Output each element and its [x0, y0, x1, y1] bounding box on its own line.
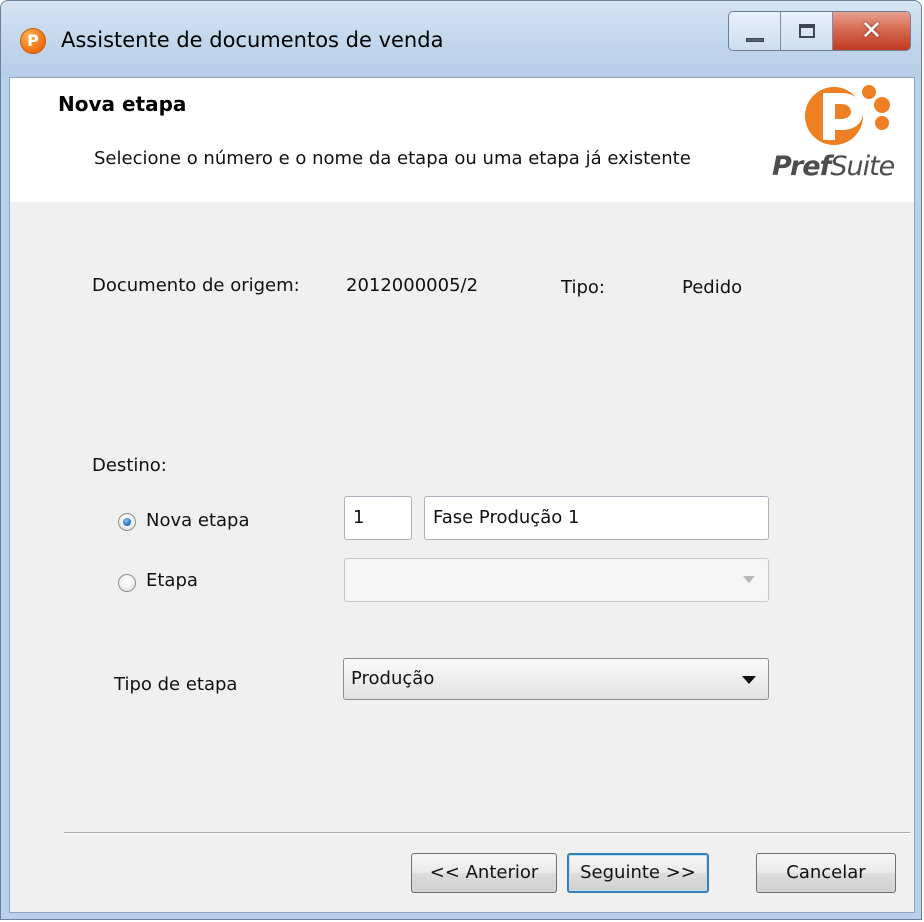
source-document-value: 2012000005/2 — [346, 275, 479, 296]
next-button[interactable]: Seguinte >> — [567, 853, 709, 893]
prefsuite-logo: PrefSuite — [768, 82, 900, 194]
source-type-label: Tipo: — [561, 277, 605, 298]
close-icon: ✕ — [860, 16, 883, 46]
footer-separator — [64, 832, 910, 834]
maximize-button[interactable] — [781, 12, 833, 50]
new-stage-number-input[interactable]: 1 — [344, 496, 412, 540]
new-stage-name-input[interactable]: Fase Produção 1 — [424, 496, 769, 540]
stage-type-label: Tipo de etapa — [114, 674, 238, 695]
existing-stage-select[interactable] — [344, 558, 769, 602]
existing-stage-label[interactable]: Etapa — [146, 570, 198, 591]
prefsuite-p-logo-icon — [805, 85, 890, 145]
prefsuite-logo-text: PrefSuite — [772, 148, 895, 186]
window-title: Assistente de documentos de venda — [61, 28, 444, 52]
new-stage-label[interactable]: Nova etapa — [146, 510, 250, 531]
page-title: Nova etapa — [58, 92, 187, 116]
wizard-content: Nova etapa Selecione o número e o nome d… — [9, 77, 915, 913]
logo-pref-text: Pref — [772, 151, 831, 182]
title-bar[interactable]: P Assistente de documentos de venda ✕ — [1, 1, 921, 77]
previous-button[interactable]: << Anterior — [411, 853, 557, 893]
chevron-down-icon — [742, 676, 756, 684]
window-controls: ✕ — [728, 11, 911, 51]
new-stage-radio[interactable] — [118, 513, 136, 531]
sales-document-wizard-window: P Assistente de documentos de venda ✕ No… — [0, 0, 922, 920]
logo-suite-text: Suite — [830, 151, 895, 182]
minimize-button[interactable] — [729, 12, 781, 50]
wizard-header: Nova etapa Selecione o número e o nome d… — [10, 78, 914, 202]
maximize-icon — [798, 24, 815, 38]
stage-type-value: Produção — [351, 668, 435, 689]
stage-type-select[interactable]: Produção — [343, 658, 769, 700]
chevron-down-icon — [743, 576, 755, 583]
cancel-button[interactable]: Cancelar — [756, 853, 896, 893]
prefsuite-logo-icon: P — [20, 28, 46, 54]
source-document-label: Documento de origem: — [92, 275, 300, 296]
source-type-value: Pedido — [682, 277, 743, 298]
destination-label: Destino: — [92, 455, 167, 476]
close-button[interactable]: ✕ — [833, 12, 910, 50]
page-subtitle: Selecione o número e o nome da etapa ou … — [94, 148, 691, 169]
minimize-icon — [745, 38, 764, 42]
existing-stage-radio[interactable] — [118, 574, 136, 592]
